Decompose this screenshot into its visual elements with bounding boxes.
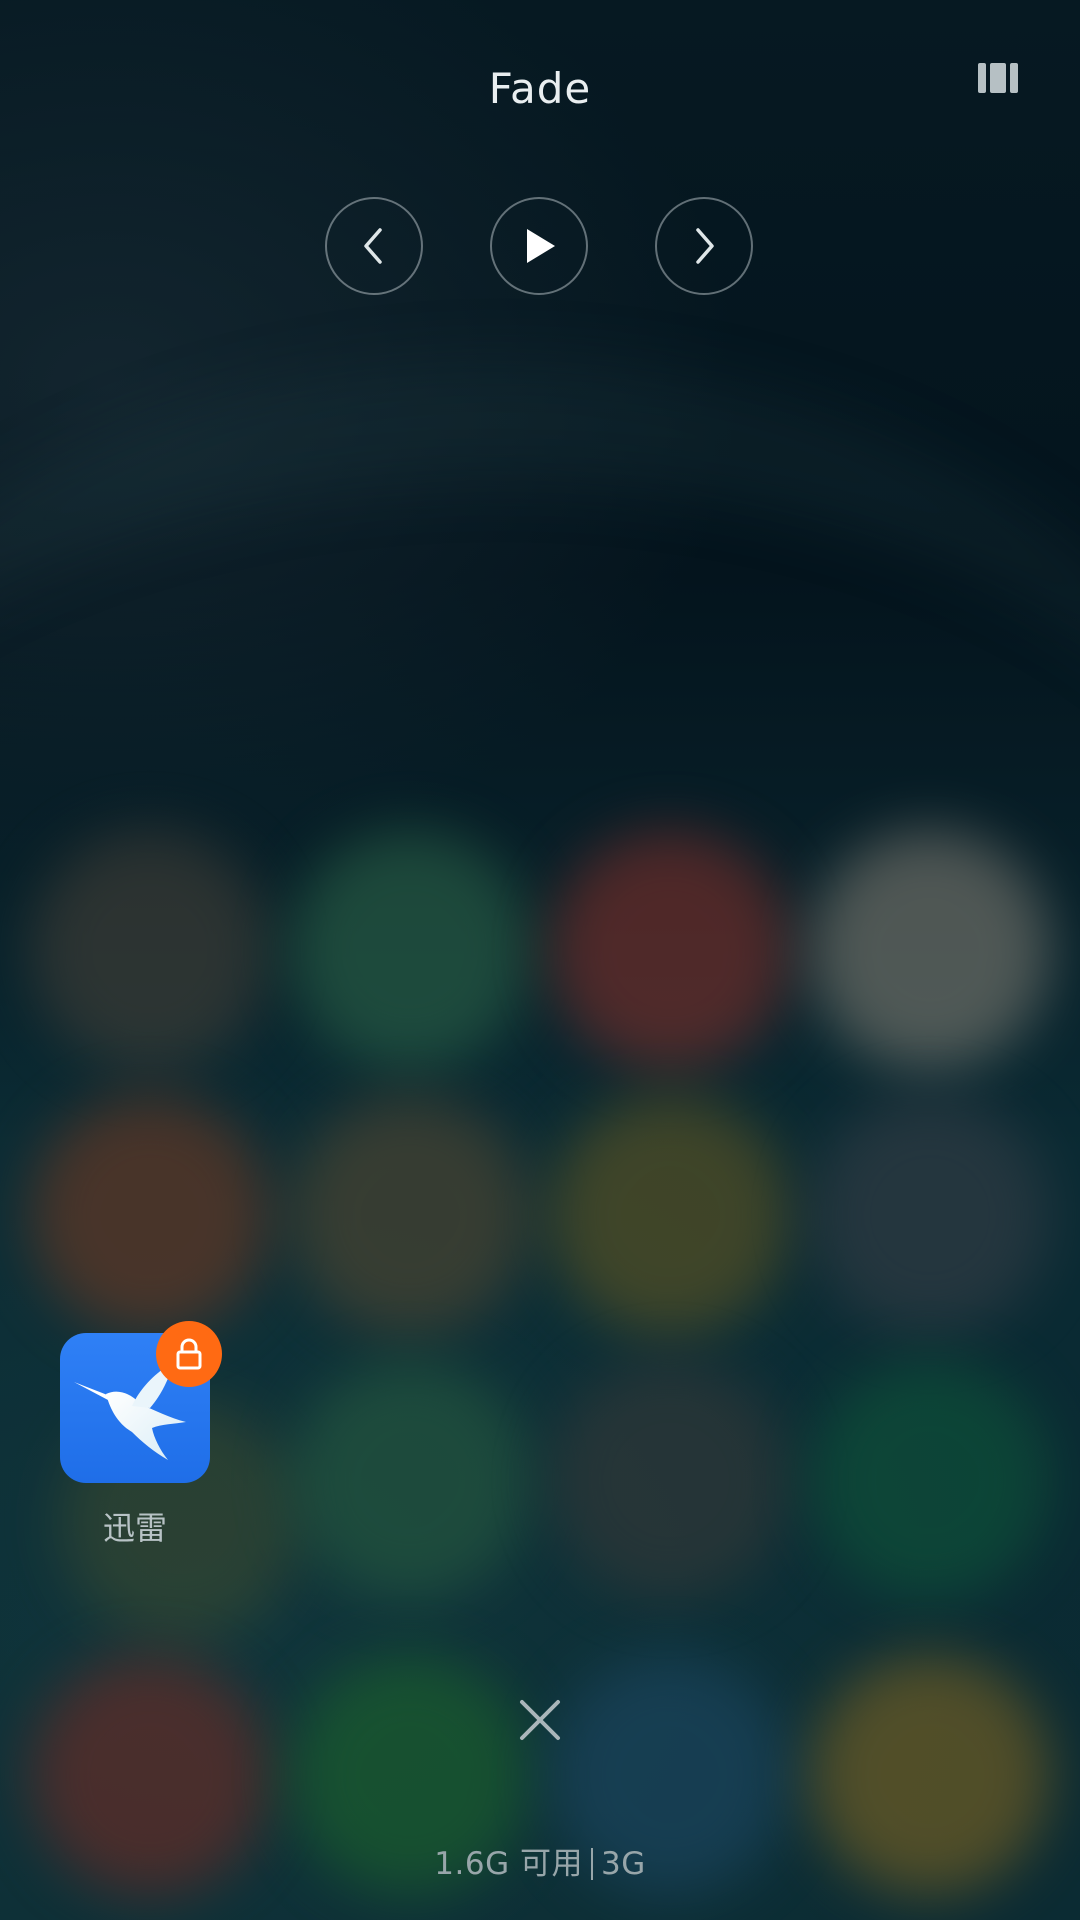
play-button[interactable]: [490, 197, 588, 295]
bars-icon[interactable]: [978, 63, 1018, 93]
background-blob: [290, 830, 530, 1070]
background-blob: [550, 1360, 790, 1600]
background-blob: [290, 1095, 530, 1335]
close-all-button[interactable]: [516, 1696, 564, 1744]
background-blob: [810, 830, 1050, 1070]
recent-apps-screen: Fade 迅雷 1.6G 可用 3G: [0, 0, 1080, 1920]
background-blob: [810, 1095, 1050, 1335]
chevron-right-icon: [696, 228, 714, 264]
memory-total: 3G: [600, 1846, 646, 1882]
background-blob: [30, 1095, 270, 1335]
next-button[interactable]: [655, 197, 753, 295]
app-label: 迅雷: [102, 1509, 167, 1547]
chevron-left-icon: [364, 228, 382, 264]
memory-info: 1.6G 可用 3G: [0, 1838, 1080, 1883]
background-blob: [290, 1360, 530, 1600]
lock-icon: [176, 1338, 202, 1370]
play-icon: [527, 229, 555, 263]
app-icon[interactable]: [60, 1321, 222, 1483]
close-icon: [520, 1700, 560, 1740]
memory-separator: [590, 1847, 593, 1880]
background-blob: [550, 830, 790, 1070]
previous-button[interactable]: [325, 197, 423, 295]
track-title: Fade: [488, 64, 592, 113]
recent-app-xunlei[interactable]: 迅雷: [60, 1321, 222, 1549]
lock-badge[interactable]: [156, 1321, 222, 1387]
background-blob: [550, 1095, 790, 1335]
background-blob: [30, 830, 270, 1070]
background-blob: [810, 1360, 1050, 1600]
memory-available: 1.6G 可用: [434, 1846, 583, 1882]
